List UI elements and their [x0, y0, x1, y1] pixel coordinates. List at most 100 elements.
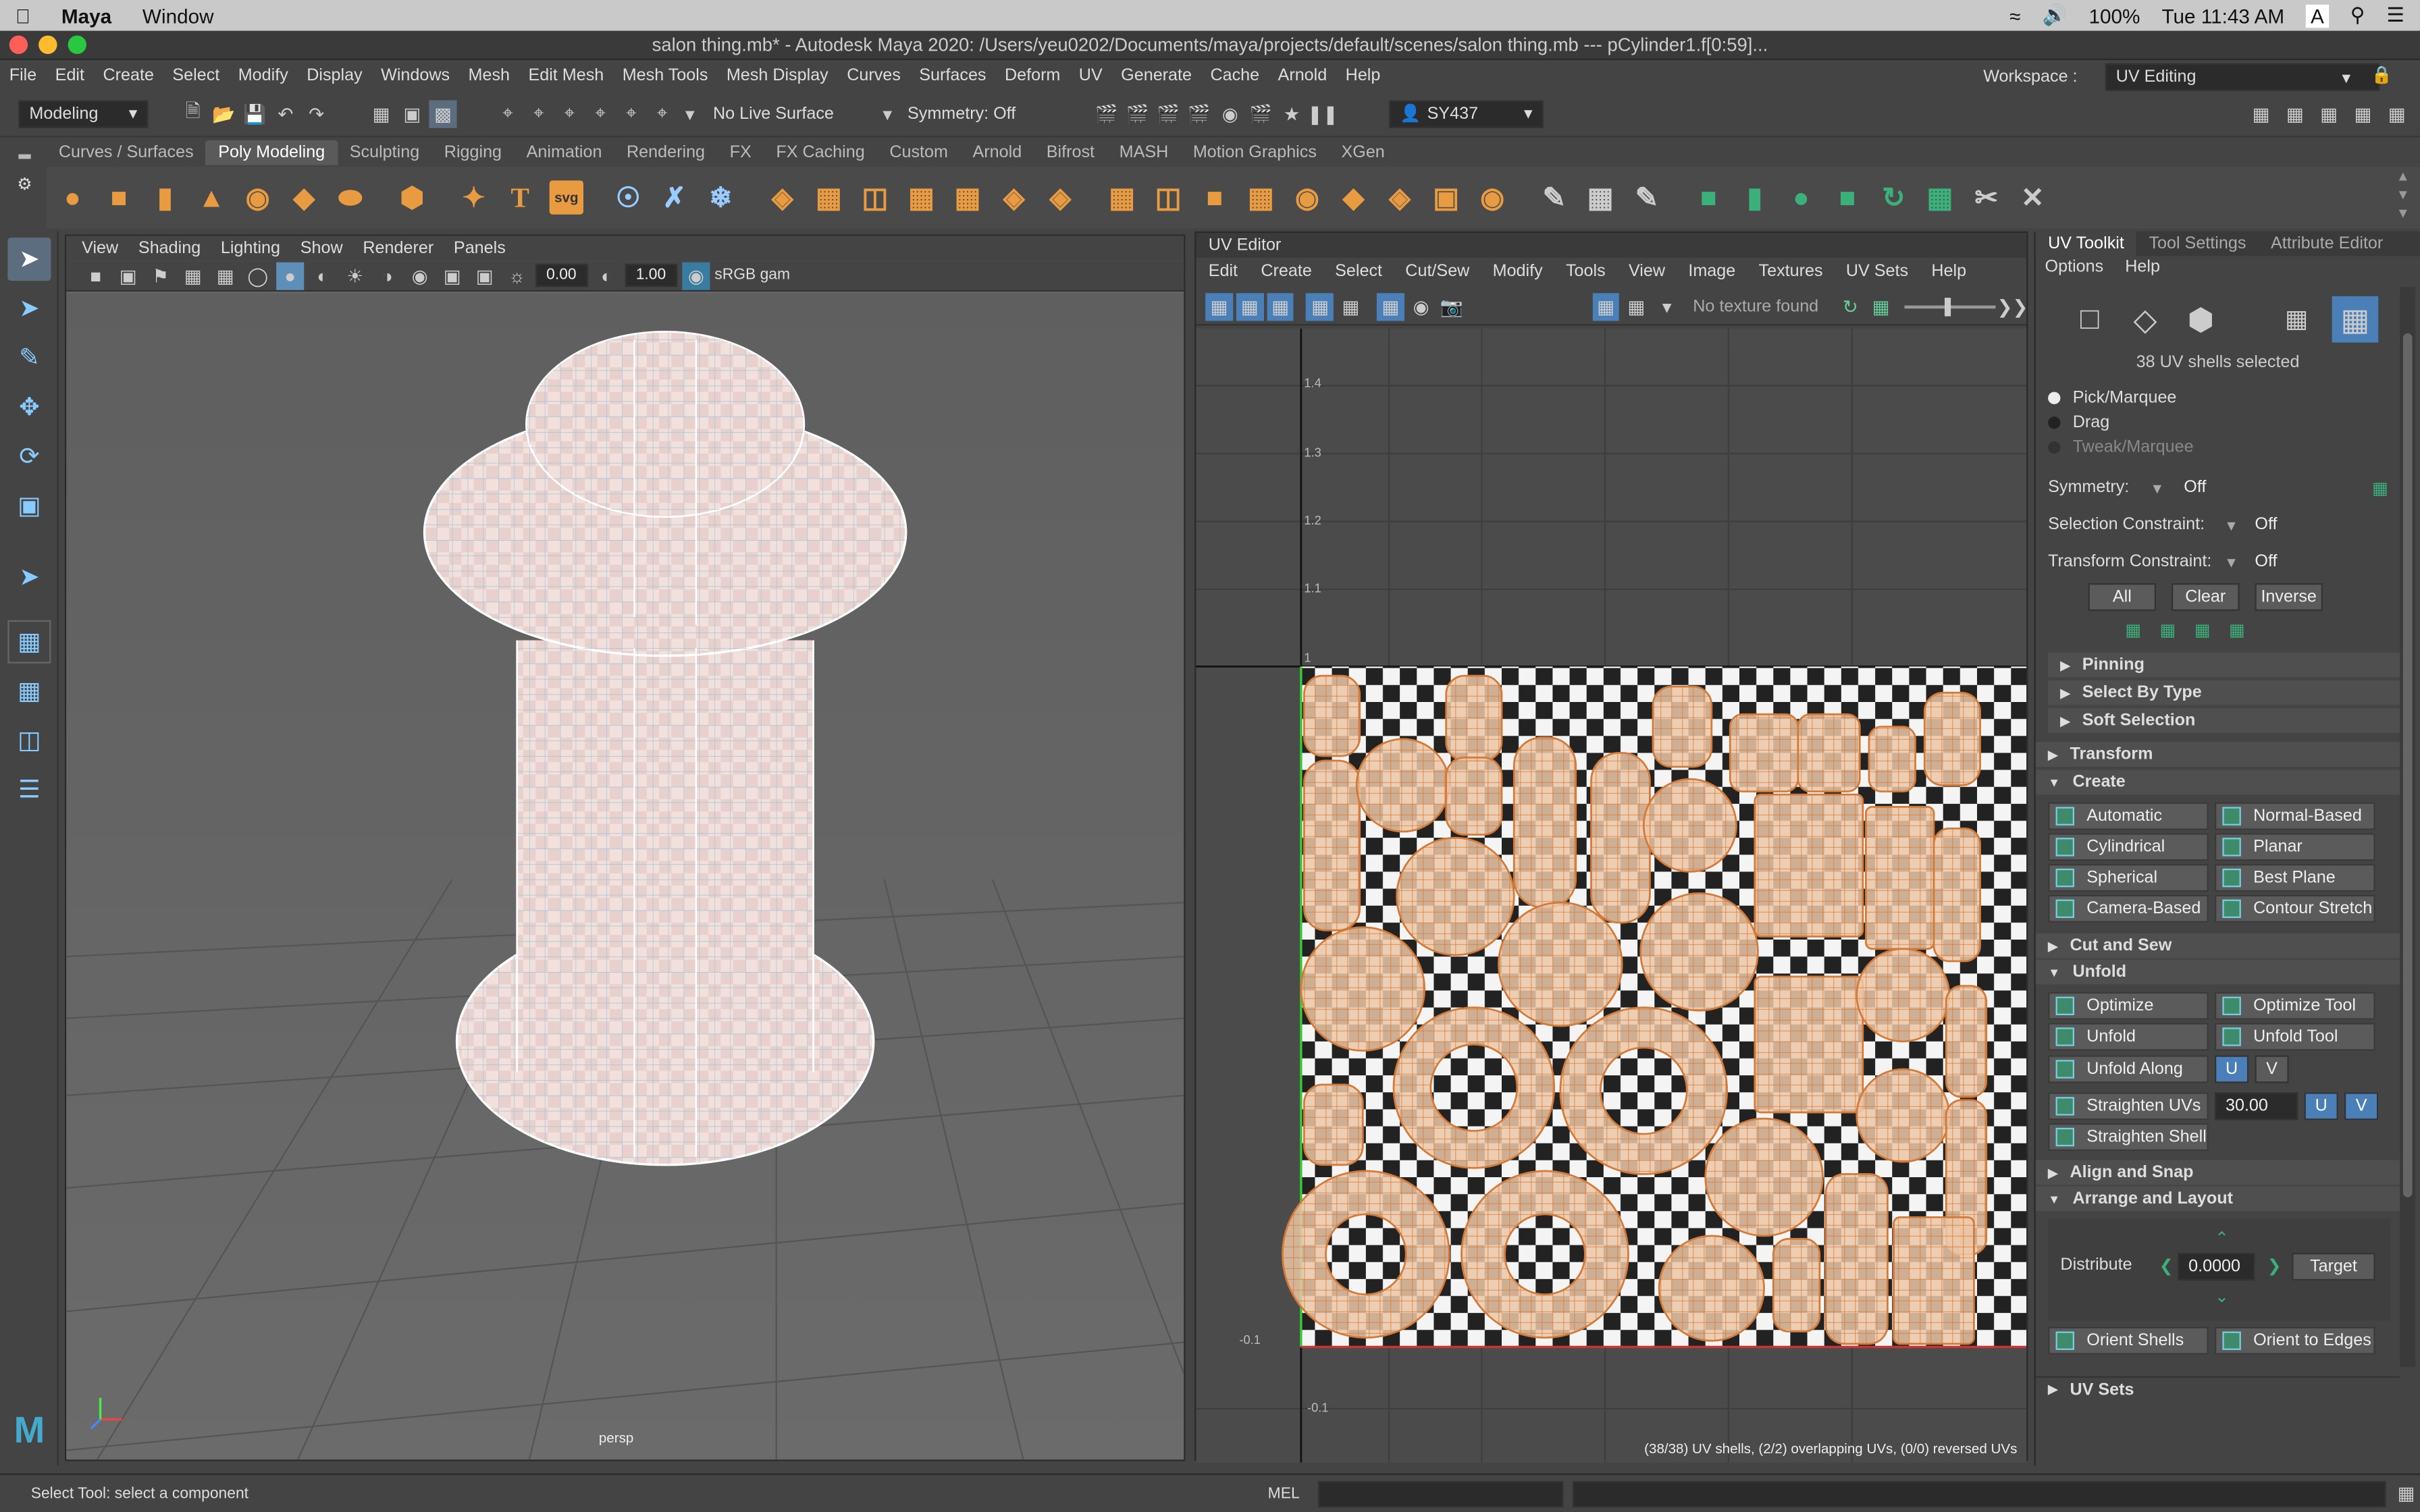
cut-uv-icon[interactable]: ✂	[1970, 180, 2003, 214]
mel-label[interactable]: MEL	[1268, 1485, 1300, 1502]
select-shortest-icon[interactable]: ▦	[2229, 620, 2245, 640]
cylindrical-uv-icon[interactable]: ▮	[1738, 180, 1772, 214]
save-scene-icon[interactable]: 💾	[241, 99, 269, 127]
color-management-icon[interactable]: ◉	[682, 261, 710, 290]
shrink-selection-icon[interactable]: ▦	[2160, 620, 2176, 640]
select-all-button[interactable]: All	[2088, 583, 2157, 612]
script-editor-icon[interactable]: ▦	[2392, 1480, 2420, 1507]
transform-constraint-value[interactable]: Off	[2245, 547, 2385, 576]
redo-icon[interactable]: ↷	[302, 99, 330, 127]
symmetry-label[interactable]: Symmetry: Off	[908, 104, 1047, 122]
app-menu[interactable]: Maya	[61, 4, 111, 27]
grid-toggle-icon[interactable]: ▦	[211, 261, 239, 289]
uv-mode-icon[interactable]: □	[2070, 299, 2109, 339]
viewport-menu-view[interactable]: View	[82, 239, 118, 257]
collapse-icon[interactable]: ◉	[1475, 180, 1509, 214]
menu-set-dropdown[interactable]: Modeling ▾	[18, 99, 149, 128]
shell-select-icon[interactable]: ▦	[2332, 296, 2379, 343]
mirror-icon[interactable]: ◫	[858, 180, 892, 214]
tab-uv-toolkit[interactable]: UV Toolkit	[2035, 231, 2137, 256]
uv-menu-help[interactable]: Help	[1931, 263, 1966, 281]
uv-menu-image[interactable]: Image	[1688, 263, 1735, 281]
select-tool-icon[interactable]: ➤	[7, 237, 51, 281]
render-settings-icon[interactable]: 🎬	[1185, 99, 1213, 127]
menu-windows[interactable]: Windows	[381, 66, 450, 84]
insert-edge-loop-icon[interactable]: ▦	[1583, 180, 1617, 214]
grow-selection-icon[interactable]: ▦	[2125, 620, 2141, 640]
menu-curves[interactable]: Curves	[847, 66, 901, 84]
toolkit-menu-help[interactable]: Help	[2125, 258, 2160, 276]
drag-radio[interactable]: Drag	[2048, 410, 2193, 435]
rotate-tool-icon[interactable]: ⟳	[7, 435, 51, 479]
uv-shell-mode-icon[interactable]: ▦	[2276, 299, 2316, 339]
pick-marquee-radio[interactable]: Pick/Marquee	[2048, 385, 2193, 410]
slider-handle[interactable]	[1944, 296, 1951, 316]
inverse-selection-button[interactable]: Inverse	[2255, 583, 2323, 612]
unfold-along-button[interactable]: Unfold Along	[2048, 1055, 2209, 1083]
attribute-editor-icon[interactable]: ▦	[2281, 99, 2309, 127]
command-input[interactable]	[1318, 1480, 1564, 1507]
exposure-field[interactable]: 0.00	[535, 263, 588, 288]
lock-icon[interactable]: 🔒	[2371, 65, 2392, 84]
shadows-icon[interactable]: ◑	[373, 261, 401, 289]
zoom-window-button[interactable]	[68, 35, 86, 54]
snap-pivot-icon[interactable]: ⌖	[648, 99, 676, 127]
tweak-marquee-radio[interactable]: Tweak/Marquee	[2048, 435, 2194, 460]
clear-selection-button[interactable]: Clear	[2171, 583, 2240, 612]
image-plane-icon[interactable]: ▦	[179, 261, 207, 289]
ipr-render-icon[interactable]: 🎬	[1155, 99, 1182, 127]
selection-constraint-value[interactable]: Off	[2245, 510, 2385, 539]
separate-icon[interactable]: ▦	[812, 180, 845, 214]
poly-cone-icon[interactable]: ▲	[194, 180, 228, 214]
hypershade-icon[interactable]: ◉	[1216, 99, 1244, 127]
render-setup-icon[interactable]: 🎬	[1247, 99, 1275, 127]
boolean-diff-icon[interactable]: ◈	[997, 180, 1031, 214]
chevron-right-icon[interactable]: ❯	[2267, 1256, 2282, 1276]
lights-icon[interactable]: ☀	[341, 261, 369, 289]
viewport-menu-lighting[interactable]: Lighting	[221, 239, 280, 257]
exposure-icon[interactable]: ☼	[503, 261, 531, 289]
boolean-intersect-icon[interactable]: ◈	[1043, 180, 1077, 214]
shelf-tab-xgen[interactable]: XGen	[1329, 140, 1397, 165]
pause-icon[interactable]: ❚❚	[1307, 99, 1338, 127]
shelf-tab-rendering[interactable]: Rendering	[614, 140, 718, 165]
tab-attribute-editor[interactable]: Attribute Editor	[2259, 232, 2396, 256]
shelf-menu-icon[interactable]	[18, 154, 31, 159]
planar-button[interactable]: Planar	[2214, 833, 2375, 861]
viewport-menu-shading[interactable]: Shading	[138, 239, 201, 257]
shelf-tab-arnold[interactable]: Arnold	[960, 140, 1034, 165]
unfold-tool-button[interactable]: Unfold Tool	[2214, 1023, 2375, 1051]
poly-cube-icon[interactable]: ■	[102, 180, 136, 214]
xray-icon[interactable]: ▣	[471, 261, 498, 289]
poly-cylinder-icon[interactable]: ▮	[148, 180, 182, 214]
bridge-icon[interactable]: ◫	[1151, 180, 1185, 214]
delete-history-icon[interactable]: ✗	[658, 180, 691, 214]
snap-point-icon[interactable]: ⌖	[556, 99, 583, 127]
straighten-uvs-button[interactable]: Straighten UVs	[2048, 1092, 2209, 1120]
window-menu[interactable]: Window	[142, 4, 214, 27]
shelf-tab-bifrost[interactable]: Bifrost	[1034, 140, 1107, 165]
snap-surface-icon[interactable]: ⌖	[617, 99, 645, 127]
close-window-button[interactable]	[9, 35, 28, 54]
shelf-tab-rigging[interactable]: Rigging	[431, 140, 514, 165]
menu-help[interactable]: Help	[1346, 66, 1381, 84]
select-component-icon[interactable]: ▩	[429, 99, 457, 128]
target-button[interactable]: Target	[2292, 1252, 2375, 1281]
workspace-dropdown[interactable]: UV Editing ▾	[2105, 63, 2380, 91]
cylindrical-button[interactable]: Cylindrical	[2048, 833, 2209, 861]
wireframe-icon[interactable]: ◯	[244, 261, 271, 289]
chevron-down-icon[interactable]: ⌄	[2215, 1287, 2229, 1307]
section-uv-sets[interactable]: ▶ UV Sets	[2035, 1376, 2400, 1401]
chevron-down-icon[interactable]: ▾	[676, 99, 704, 127]
scrollbar-thumb[interactable]	[2402, 333, 2413, 1197]
bevel-icon[interactable]: ■	[1198, 180, 1232, 214]
wifi-icon[interactable]: ≈	[2009, 4, 2020, 27]
super-shape-icon[interactable]: ✦	[457, 180, 491, 214]
user-dropdown[interactable]: 👤 SY437 ▾	[1389, 99, 1544, 128]
single-pane-icon[interactable]: ▦	[7, 620, 51, 664]
unfold-button[interactable]: Unfold	[2048, 1023, 2209, 1051]
poly-sphere-icon[interactable]: ●	[55, 180, 89, 214]
scale-tool-icon[interactable]: ▣	[7, 485, 51, 528]
smooth-shade-icon[interactable]: ●	[276, 261, 305, 290]
section-pinning[interactable]: ▶ Pinning	[2048, 652, 2400, 678]
